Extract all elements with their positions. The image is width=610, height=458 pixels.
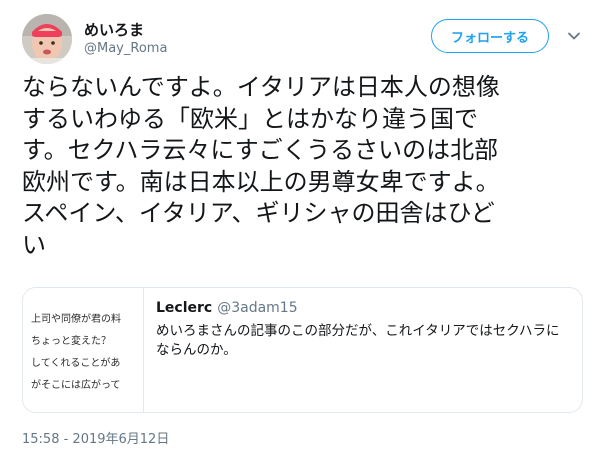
quoted-tweet-card[interactable]: 上司や同僚が君の料 ちょっと変えた？ してくれることがあ がそこには広がって L… <box>22 287 583 413</box>
tweet-text-line: い <box>22 230 46 259</box>
avatar-photo <box>22 14 72 64</box>
author-display-name[interactable]: めいろま <box>84 19 144 40</box>
tweet-text-line: ならないんですよ。イタリアは日本人の想像 <box>22 73 500 101</box>
avatar[interactable] <box>22 14 72 64</box>
quoted-author-handle: @3adam15 <box>217 300 298 316</box>
tweet-text-line: スペイン、イタリア、ギリシャの田舎はひど <box>22 199 495 227</box>
quoted-author-name: Leclerc <box>156 300 213 316</box>
quoted-tweet-author: Leclerc @3adam15 <box>156 300 298 316</box>
quoted-text-line: めいろまさんの記事のこの部分だが、これイタリアではセクハラに <box>156 323 560 339</box>
author-handle[interactable]: @May_Roma <box>84 41 167 56</box>
quoted-tweet-thumbnail: 上司や同僚が君の料 ちょっと変えた？ してくれることがあ がそこには広がって <box>23 288 144 412</box>
thumbnail-text-line: 上司や同僚が君の料 <box>31 314 121 325</box>
thumbnail-text-line: してくれることがあ <box>31 358 121 369</box>
tweet-text-line: す。セクハラ云々にすごくうるさいのは北部 <box>22 136 499 164</box>
tweet-timestamp[interactable]: 15:58 - 2019年6月12日 <box>22 428 169 447</box>
tweet-text-line: 欧州です。南は日本以上の男尊女卑ですよ。 <box>22 167 500 196</box>
tweet-text: ならないんですよ。イタリアは日本人の想像 するいわゆる「欧米」とはかなり違う国で… <box>22 72 588 261</box>
thumbnail-text-line: ちょっと変えた？ <box>31 336 111 347</box>
chevron-down-icon[interactable] <box>565 27 583 45</box>
thumbnail-text-line: がそこには広がって <box>31 380 121 391</box>
follow-button[interactable]: フォローする <box>431 19 549 53</box>
quoted-tweet-text: めいろまさんの記事のこの部分だが、これイタリアではセクハラに ならんのか。 <box>156 322 570 360</box>
quoted-text-line: ならんのか。 <box>156 342 237 358</box>
tweet-text-line: するいわゆる「欧米」とはかなり違う国で <box>22 104 478 133</box>
